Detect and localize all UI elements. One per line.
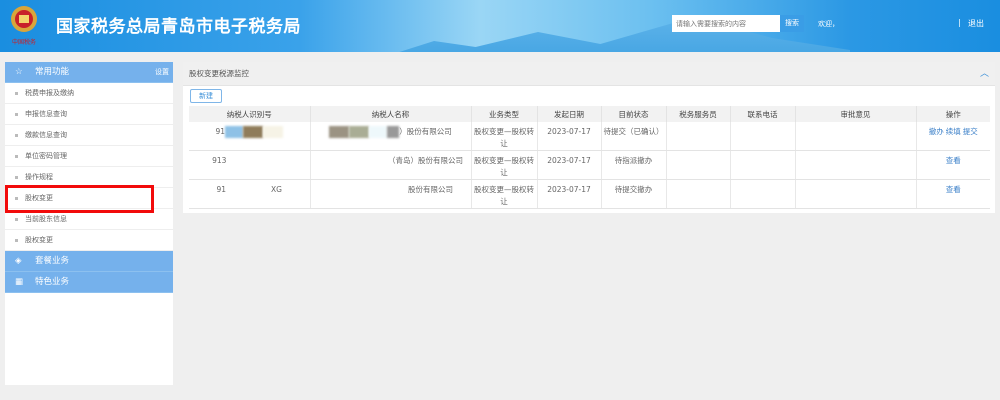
- item-label: 操作规程: [25, 173, 53, 181]
- approval-opinion: [795, 122, 917, 151]
- table-row: 91 XG 股份有限公司 股权变更—股权转让 2023-07-17 待提交撤办 查…: [189, 179, 990, 209]
- tax-emblem-logo: 中国税务: [11, 6, 37, 46]
- records-table: 纳税人识别号 纳税人名称 业务类型 发起日期 目前状态 税务服务员 联系电话 审批意见 操作 9…: [189, 106, 990, 209]
- col-header: 操作: [916, 106, 990, 122]
- view-link[interactable]: 查看: [946, 185, 961, 194]
- actions: 撤办 续填 提交: [916, 122, 990, 151]
- taxpayer-id: 91 XG: [189, 179, 311, 209]
- start-date: 2023-07-17: [537, 150, 602, 180]
- sidebar-item[interactable]: 缴款信息查询: [5, 125, 173, 146]
- phone: [730, 150, 796, 180]
- taxpayer-name: ）股份有限公司: [310, 122, 472, 151]
- taxpayer-name: 股份有限公司: [310, 179, 472, 209]
- item-label: 税费申报及缴纳: [25, 89, 74, 97]
- item-label: 股权变更: [25, 236, 53, 244]
- table-row: 913 （青岛）股份有限公司 股权变更—股权转让 2023-07-17 待指派撤…: [189, 150, 990, 180]
- col-header: 审批意见: [795, 106, 917, 122]
- business-type: 股权变更—股权转让: [471, 179, 538, 209]
- group-label: 套餐业务: [35, 256, 70, 266]
- business-type: 股权变更—股权转让: [471, 122, 538, 151]
- actions: 查看: [916, 179, 990, 209]
- sidebar-item[interactable]: 税费申报及缴纳: [5, 83, 173, 104]
- star-icon: ☆: [15, 67, 23, 77]
- col-header: 发起日期: [537, 106, 602, 122]
- status: 待提交（已确认）: [601, 122, 667, 151]
- bullet-icon: [15, 154, 18, 158]
- status: 待提交撤办: [601, 179, 667, 209]
- layers-icon: ◈: [15, 256, 22, 266]
- panel-header: 股权变更税源监控 ︿: [183, 62, 995, 86]
- highlight-box: [5, 185, 154, 213]
- sidebar-item[interactable]: 申报信息查询: [5, 104, 173, 125]
- bullet-icon: [15, 175, 18, 179]
- bullet-icon: [15, 217, 18, 221]
- col-header: 纳税人名称: [310, 106, 472, 122]
- col-header: 业务类型: [471, 106, 538, 122]
- col-header: 联系电话: [730, 106, 796, 122]
- new-button[interactable]: 新建: [190, 89, 222, 103]
- welcome-text: 欢迎，: [818, 20, 839, 28]
- search-input[interactable]: [672, 15, 780, 32]
- sidebar-item[interactable]: 股权变更: [5, 230, 173, 251]
- approval-opinion: [795, 179, 917, 209]
- continue-link[interactable]: 续填: [946, 127, 961, 136]
- bullet-icon: [15, 112, 18, 116]
- svg-text:中国税务: 中国税务: [12, 38, 36, 46]
- col-header: 税务服务员: [666, 106, 731, 122]
- group-label: 特色业务: [35, 277, 70, 287]
- sidebar-group-common[interactable]: ☆ 常用功能 设置: [5, 62, 173, 83]
- status: 待指派撤办: [601, 150, 667, 180]
- sidebar: ☆ 常用功能 设置 税费申报及缴纳 申报信息查询 缴款信息查询 单位密码管理 操作规…: [5, 62, 173, 385]
- table-row: 91 ）股份有限公司 股权变更—股权转让 2023-07-17 待提交（已确认）…: [189, 122, 990, 151]
- item-label: 单位密码管理: [25, 152, 67, 160]
- main-panel: 股权变更税源监控 ︿ 新建 纳税人识别号 纳税人名称 业务类型 发起日期 目前状态 税务服务…: [183, 62, 995, 213]
- tax-officer: [666, 179, 731, 209]
- site-title: 国家税务总局青岛市电子税务局: [56, 17, 301, 37]
- bullet-icon: [15, 91, 18, 95]
- taxpayer-id: 913: [189, 150, 311, 180]
- tax-officer: [666, 150, 731, 180]
- phone: [730, 179, 796, 209]
- actions: 查看: [916, 150, 990, 180]
- header-banner: 中国税务 国家税务总局青岛市电子税务局 搜索 欢迎， | 退出: [0, 0, 1000, 52]
- logout-link[interactable]: 退出: [968, 18, 984, 29]
- taxpayer-name: （青岛）股份有限公司: [310, 150, 472, 180]
- tax-officer: [666, 122, 731, 151]
- item-label: 申报信息查询: [25, 110, 67, 118]
- grid-icon: ▦: [15, 277, 24, 287]
- phone: [730, 122, 796, 151]
- item-label: 缴款信息查询: [25, 131, 67, 139]
- start-date: 2023-07-17: [537, 122, 602, 151]
- settings-link[interactable]: 设置: [155, 62, 169, 83]
- sidebar-item[interactable]: 单位密码管理: [5, 146, 173, 167]
- sidebar-group-package[interactable]: ◈ 套餐业务: [5, 251, 173, 272]
- search-button[interactable]: 搜索: [780, 15, 804, 32]
- col-header: 目前状态: [601, 106, 667, 122]
- group-label: 常用功能: [35, 67, 70, 77]
- item-label: 当前股东信息: [25, 215, 67, 223]
- bullet-icon: [15, 133, 18, 137]
- start-date: 2023-07-17: [537, 179, 602, 209]
- table-header-row: 纳税人识别号 纳税人名称 业务类型 发起日期 目前状态 税务服务员 联系电话 审批意见 操作: [189, 106, 990, 122]
- panel-title: 股权变更税源监控: [189, 69, 249, 78]
- col-header: 纳税人识别号: [189, 106, 311, 122]
- sidebar-group-special[interactable]: ▦ 特色业务: [5, 272, 173, 293]
- separator: |: [958, 18, 961, 27]
- view-link[interactable]: 查看: [946, 156, 961, 165]
- approval-opinion: [795, 150, 917, 180]
- business-type: 股权变更—股权转让: [471, 150, 538, 180]
- submit-link[interactable]: 提交: [963, 127, 978, 136]
- withdraw-link[interactable]: 撤办: [929, 127, 944, 136]
- taxpayer-id: 91: [189, 122, 311, 151]
- bullet-icon: [15, 238, 18, 242]
- chevron-up-icon[interactable]: ︿: [980, 62, 989, 86]
